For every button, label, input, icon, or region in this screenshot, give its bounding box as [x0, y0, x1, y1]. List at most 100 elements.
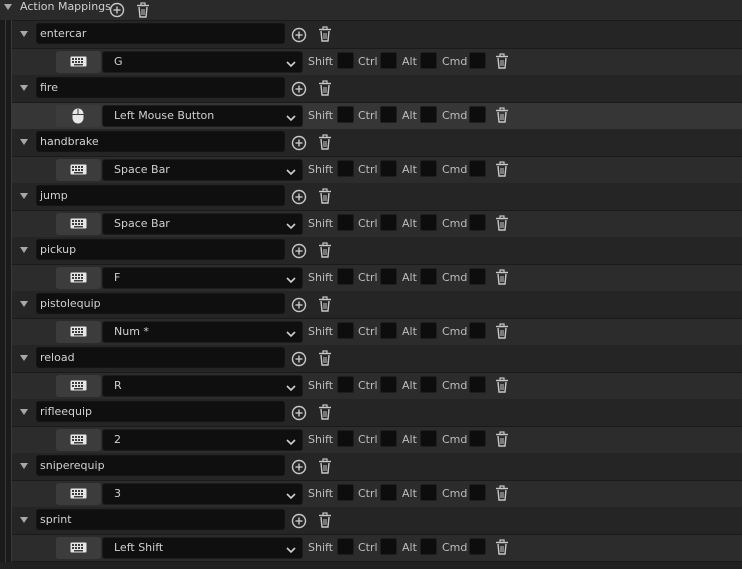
add-mapping-button[interactable] [108, 1, 126, 19]
key-selector-button[interactable] [56, 429, 101, 451]
key-selector-button[interactable] [56, 159, 101, 181]
expand-arrow-icon[interactable] [20, 409, 28, 415]
key-selector-button[interactable] [56, 267, 101, 289]
action-name-input[interactable]: sniperequip [36, 455, 285, 476]
shift-checkbox[interactable] [337, 322, 354, 339]
key-selector-button[interactable] [56, 51, 101, 73]
add-key-button[interactable] [290, 80, 308, 98]
delete-action-button[interactable] [316, 403, 334, 421]
ctrl-checkbox[interactable] [380, 538, 397, 555]
action-name-input[interactable]: jump [36, 185, 285, 206]
delete-action-button[interactable] [316, 25, 334, 43]
add-key-button[interactable] [290, 134, 308, 152]
delete-key-button[interactable] [493, 214, 511, 232]
cmd-checkbox[interactable] [469, 538, 486, 555]
alt-checkbox[interactable] [420, 322, 437, 339]
cmd-checkbox[interactable] [469, 376, 486, 393]
action-name-input[interactable]: rifleequip [36, 401, 285, 422]
alt-checkbox[interactable] [420, 160, 437, 177]
action-name-input[interactable]: fire [36, 77, 285, 98]
shift-checkbox[interactable] [337, 106, 354, 123]
cmd-checkbox[interactable] [469, 430, 486, 447]
cmd-checkbox[interactable] [469, 268, 486, 285]
delete-action-button[interactable] [316, 511, 334, 529]
key-dropdown[interactable]: Left Shift [102, 537, 303, 559]
delete-action-button[interactable] [316, 187, 334, 205]
expand-arrow-icon[interactable] [20, 139, 28, 145]
expand-arrow-icon[interactable] [20, 85, 28, 91]
action-name-input[interactable]: entercar [36, 23, 285, 44]
delete-action-button[interactable] [316, 241, 334, 259]
cmd-checkbox[interactable] [469, 322, 486, 339]
alt-checkbox[interactable] [420, 52, 437, 69]
key-selector-button[interactable] [56, 321, 101, 343]
add-key-button[interactable] [290, 296, 308, 314]
alt-checkbox[interactable] [420, 376, 437, 393]
key-dropdown[interactable]: R [102, 375, 303, 397]
delete-key-button[interactable] [493, 322, 511, 340]
key-dropdown[interactable]: Num * [102, 321, 303, 343]
add-key-button[interactable] [290, 26, 308, 44]
shift-checkbox[interactable] [337, 376, 354, 393]
expand-arrow-icon[interactable] [20, 355, 28, 361]
key-selector-button[interactable] [56, 105, 101, 127]
cmd-checkbox[interactable] [469, 52, 486, 69]
add-key-button[interactable] [290, 188, 308, 206]
delete-key-button[interactable] [493, 268, 511, 286]
key-dropdown[interactable]: 3 [102, 483, 303, 505]
shift-checkbox[interactable] [337, 52, 354, 69]
cmd-checkbox[interactable] [469, 106, 486, 123]
key-dropdown[interactable]: Left Mouse Button [102, 105, 303, 127]
cmd-checkbox[interactable] [469, 484, 486, 501]
ctrl-checkbox[interactable] [380, 268, 397, 285]
add-key-button[interactable] [290, 458, 308, 476]
ctrl-checkbox[interactable] [380, 322, 397, 339]
alt-checkbox[interactable] [420, 214, 437, 231]
expand-arrow-icon[interactable] [20, 463, 28, 469]
ctrl-checkbox[interactable] [380, 376, 397, 393]
alt-checkbox[interactable] [420, 484, 437, 501]
key-selector-button[interactable] [56, 537, 101, 559]
expand-arrow-icon[interactable] [20, 517, 28, 523]
delete-key-button[interactable] [493, 376, 511, 394]
ctrl-checkbox[interactable] [380, 160, 397, 177]
action-name-input[interactable]: pickup [36, 239, 285, 260]
expand-arrow-icon[interactable] [20, 247, 28, 253]
delete-key-button[interactable] [493, 484, 511, 502]
shift-checkbox[interactable] [337, 160, 354, 177]
add-key-button[interactable] [290, 350, 308, 368]
ctrl-checkbox[interactable] [380, 214, 397, 231]
delete-key-button[interactable] [493, 106, 511, 124]
shift-checkbox[interactable] [337, 430, 354, 447]
alt-checkbox[interactable] [420, 106, 437, 123]
expand-arrow-icon[interactable] [20, 301, 28, 307]
action-name-input[interactable]: sprint [36, 509, 285, 530]
delete-action-button[interactable] [316, 79, 334, 97]
key-dropdown[interactable]: Space Bar [102, 213, 303, 235]
delete-key-button[interactable] [493, 538, 511, 556]
key-selector-button[interactable] [56, 483, 101, 505]
delete-action-button[interactable] [316, 295, 334, 313]
shift-checkbox[interactable] [337, 484, 354, 501]
expand-arrow-icon[interactable] [20, 31, 28, 37]
alt-checkbox[interactable] [420, 538, 437, 555]
ctrl-checkbox[interactable] [380, 430, 397, 447]
expand-arrow-icon[interactable] [20, 193, 28, 199]
ctrl-checkbox[interactable] [380, 106, 397, 123]
delete-action-button[interactable] [316, 457, 334, 475]
add-key-button[interactable] [290, 404, 308, 422]
action-name-input[interactable]: reload [36, 347, 285, 368]
alt-checkbox[interactable] [420, 268, 437, 285]
clear-mappings-button[interactable] [134, 1, 152, 19]
delete-key-button[interactable] [493, 430, 511, 448]
action-name-input[interactable]: handbrake [36, 131, 285, 152]
cmd-checkbox[interactable] [469, 160, 486, 177]
ctrl-checkbox[interactable] [380, 484, 397, 501]
delete-key-button[interactable] [493, 52, 511, 70]
add-key-button[interactable] [290, 512, 308, 530]
shift-checkbox[interactable] [337, 268, 354, 285]
ctrl-checkbox[interactable] [380, 52, 397, 69]
add-key-button[interactable] [290, 242, 308, 260]
shift-checkbox[interactable] [337, 538, 354, 555]
key-selector-button[interactable] [56, 213, 101, 235]
